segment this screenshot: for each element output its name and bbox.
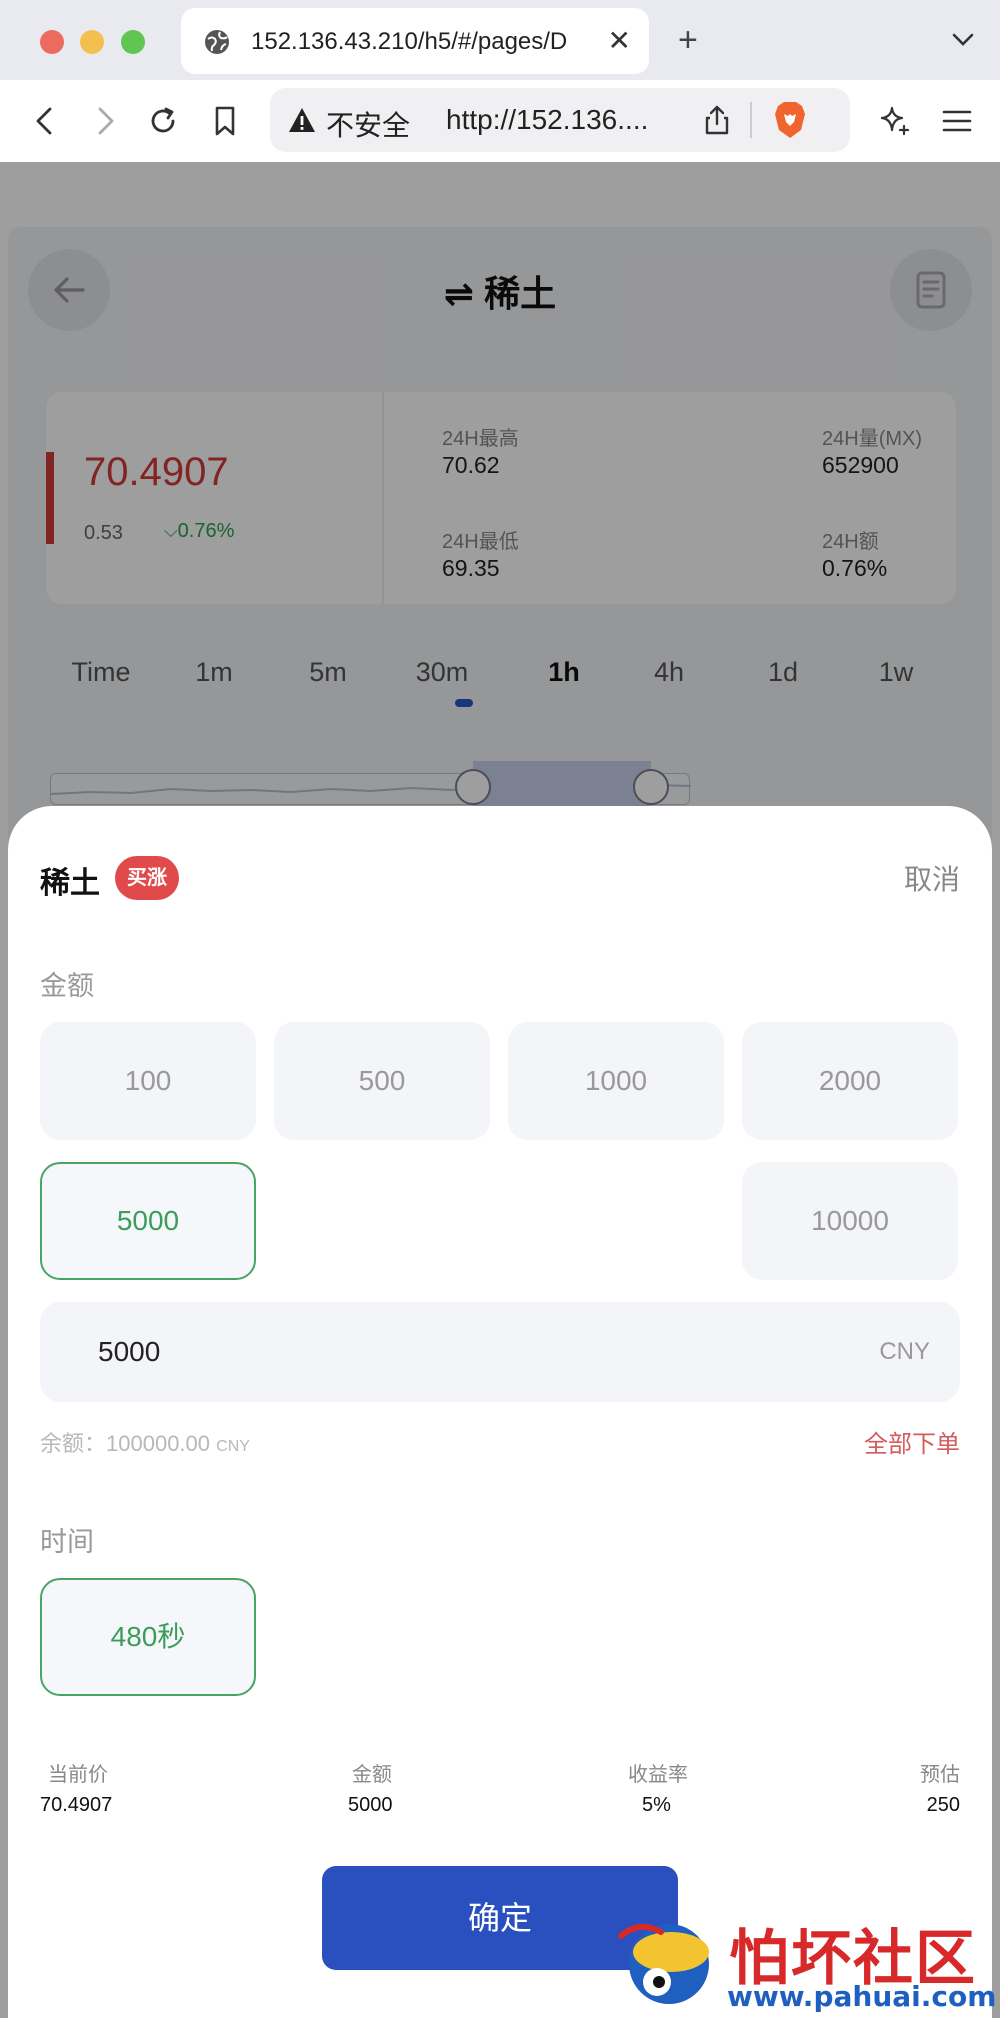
new-tab-icon[interactable]: + [678, 20, 698, 60]
summary-label: 当前价 [48, 1764, 108, 1786]
watermark: 怕坏社区 www.pahuai.com [605, 1908, 1000, 2018]
amount-option[interactable]: 500 [274, 1022, 490, 1140]
summary-value: 70.4907 [40, 1794, 113, 1816]
brave-shield-icon[interactable] [772, 100, 808, 140]
address-bar[interactable]: 不安全 http://152.136.... [270, 88, 850, 152]
order-sheet: 稀土 买涨 取消 金额 100 500 1000 2000 5000 10000… [8, 806, 992, 2018]
url-text: http://152.136.... [446, 104, 649, 135]
amount-input[interactable]: 5000 CNY [40, 1302, 960, 1402]
summary-value: 5% [642, 1794, 671, 1816]
amount-option[interactable]: 2000 [742, 1022, 958, 1140]
balance-value: 100000.00 [106, 1431, 211, 1456]
amount-label: 金额 [40, 971, 94, 1001]
amount-option[interactable]: 10000 [742, 1162, 958, 1280]
tab-title: 152.136.43.210/h5/#/pages/D [251, 28, 568, 55]
browser-tab[interactable]: 152.136.43.210/h5/#/pages/D ✕ [181, 8, 649, 74]
forward-arrow-icon[interactable] [88, 104, 122, 138]
balance-unit: CNY [216, 1438, 250, 1455]
amount-input-unit: CNY [879, 1338, 930, 1365]
bookmark-icon[interactable] [208, 104, 242, 138]
reload-icon[interactable] [146, 104, 180, 138]
summary-value: 5000 [348, 1794, 393, 1816]
security-status: 不安全 [326, 110, 411, 141]
warning-icon [289, 108, 315, 132]
amount-option[interactable]: 100 [40, 1022, 256, 1140]
browser-toolbar: 不安全 http://152.136.... [0, 80, 1000, 162]
back-arrow-icon[interactable] [28, 104, 62, 138]
window-minimize-button[interactable] [80, 30, 104, 54]
all-in-button[interactable]: 全部下单 [864, 1424, 960, 1459]
cancel-button[interactable]: 取消 [904, 858, 960, 898]
browser-tab-bar: 152.136.43.210/h5/#/pages/D ✕ + [0, 0, 1000, 80]
time-label: 时间 [40, 1527, 94, 1557]
tab-close-icon[interactable]: ✕ [608, 26, 631, 56]
share-icon[interactable] [702, 104, 732, 136]
watermark-url: www.pahuai.com [727, 1980, 997, 2013]
balance-label: 余额： [40, 1431, 107, 1456]
sheet-title: 稀土 [40, 867, 100, 900]
direction-badge: 买涨 [115, 856, 179, 900]
summary-label: 预估 [920, 1764, 960, 1786]
balance-text: 余额：100000.00 CNY [40, 1426, 250, 1458]
time-option-selected[interactable]: 480秒 [40, 1578, 256, 1696]
summary-value: 250 [926, 1794, 960, 1816]
amount-option-selected[interactable]: 5000 [40, 1162, 256, 1280]
amount-input-value: 5000 [98, 1336, 161, 1367]
watermark-logo-icon [618, 1923, 709, 2004]
window-close-button[interactable] [40, 30, 64, 54]
summary-label: 金额 [352, 1764, 392, 1786]
amount-option[interactable]: 1000 [508, 1022, 724, 1140]
summary-label: 收益率 [628, 1764, 688, 1786]
address-separator [750, 102, 752, 138]
globe-icon [205, 30, 229, 54]
window-zoom-button[interactable] [121, 30, 145, 54]
ai-sparkle-icon[interactable] [878, 104, 912, 138]
chevron-down-icon[interactable] [950, 26, 976, 52]
menu-icon[interactable] [940, 104, 974, 138]
